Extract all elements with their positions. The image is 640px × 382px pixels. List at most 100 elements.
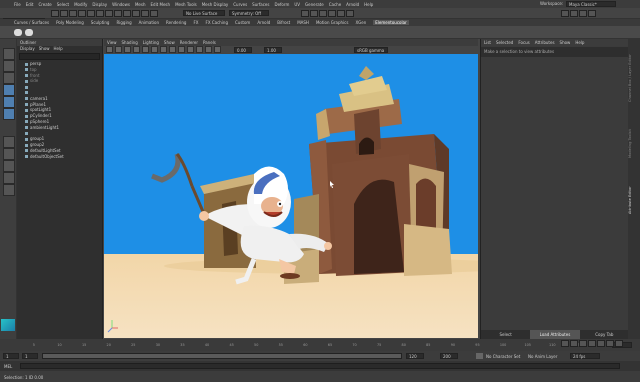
play-forwards-icon[interactable] (597, 340, 605, 347)
new-scene-icon[interactable] (51, 10, 59, 17)
snap-view-icon[interactable] (150, 10, 158, 17)
step-back-frame-icon[interactable] (579, 340, 587, 347)
shadows-icon[interactable] (196, 46, 203, 53)
menu-help[interactable]: Help (364, 2, 373, 7)
redo-icon[interactable] (87, 10, 95, 17)
shelf-tab-fx-caching[interactable]: FX Caching (206, 20, 228, 25)
open-scene-icon[interactable] (60, 10, 68, 17)
load-attributes-button[interactable]: Load Attributes (530, 330, 580, 339)
save-scene-icon[interactable] (69, 10, 77, 17)
persp-graph-layout-icon[interactable] (3, 184, 15, 196)
light-editor-icon[interactable] (346, 10, 354, 17)
live-surface-field[interactable]: No Live Surface (183, 10, 225, 16)
image-plane-icon[interactable] (124, 46, 131, 53)
attribute-menu-list[interactable]: List (484, 39, 491, 46)
attribute-menu-help[interactable]: Help (575, 39, 584, 46)
wireframe-icon[interactable] (160, 46, 167, 53)
resolution-gate-icon[interactable] (151, 46, 158, 53)
exposure-field[interactable]: 0.00 (234, 47, 252, 53)
outliner-menu-show[interactable]: Show (39, 46, 50, 52)
shelf-button-1-icon[interactable] (14, 29, 22, 36)
single-pane-layout-icon[interactable] (3, 136, 15, 148)
hypershade-icon[interactable] (328, 10, 336, 17)
select-tool-icon[interactable] (3, 48, 15, 60)
channel-box-toggle-icon[interactable] (588, 10, 596, 17)
select-object-icon[interactable] (105, 10, 113, 17)
rotate-tool-icon[interactable] (3, 96, 15, 108)
grid-icon[interactable] (133, 46, 140, 53)
menu-edit[interactable]: Edit (26, 2, 34, 7)
modeling-toolkit-toggle-icon[interactable] (561, 10, 569, 17)
shelf-tab-elementoucolar[interactable]: Elementoucolar (373, 20, 409, 25)
gamma-field[interactable]: 1.00 (264, 47, 282, 53)
move-tool-icon[interactable] (3, 84, 15, 96)
attribute-menu-focus[interactable]: Focus (518, 39, 529, 46)
bookmark-icon[interactable] (115, 46, 122, 53)
ipr-render-icon[interactable] (310, 10, 318, 17)
select-component-icon[interactable] (114, 10, 122, 17)
menu-generate[interactable]: Generate (305, 2, 324, 7)
menu-file[interactable]: File (14, 2, 21, 7)
persp-outliner-layout-icon[interactable] (3, 172, 15, 184)
play-backwards-icon[interactable] (588, 340, 596, 347)
xray-icon[interactable] (214, 46, 221, 53)
select-button[interactable]: Select (481, 330, 530, 339)
end-frame-field[interactable]: 200 (440, 353, 458, 359)
shelf-tab-rendering[interactable]: Rendering (166, 20, 186, 25)
attribute-menu-show[interactable]: Show (560, 39, 571, 46)
menu-create[interactable]: Create (38, 2, 51, 7)
go-to-end-icon[interactable] (615, 340, 623, 347)
attribute-editor-toggle-icon[interactable] (570, 10, 578, 17)
select-hierarchy-icon[interactable] (96, 10, 104, 17)
viewport-menu-panels[interactable]: Panels (203, 39, 216, 46)
go-to-start-icon[interactable] (561, 340, 569, 347)
film-gate-icon[interactable] (142, 46, 149, 53)
outliner-menu-help[interactable]: Help (54, 46, 63, 52)
textured-icon[interactable] (178, 46, 185, 53)
lights-icon[interactable] (187, 46, 194, 53)
menu-select[interactable]: Select (57, 2, 69, 7)
menu-uv[interactable]: UV (294, 2, 300, 7)
camera-attributes-icon[interactable] (106, 46, 113, 53)
shelf-tab-rigging[interactable]: Rigging (116, 20, 131, 25)
shelf-tab-arnold[interactable]: Arnold (257, 20, 270, 25)
shelf-tab-sculpting[interactable]: Sculpting (91, 20, 110, 25)
shelf-tab-bifrost[interactable]: Bifrost (277, 20, 290, 25)
viewport-menu-show[interactable]: Show (164, 39, 175, 46)
playback-end-field[interactable]: 120 (406, 353, 424, 359)
symmetry-dropdown[interactable]: Symmetry: Off (229, 10, 269, 16)
render-settings-icon[interactable] (319, 10, 327, 17)
copy-tab-button[interactable]: Copy Tab (580, 330, 629, 339)
workspace-selector[interactable]: Maya Classic* (566, 1, 616, 7)
render-view-icon[interactable] (337, 10, 345, 17)
menu-mesh-tools[interactable]: Mesh Tools (175, 2, 197, 7)
outliner-search-input[interactable] (19, 53, 100, 60)
viewport-menu-lighting[interactable]: Lighting (143, 39, 159, 46)
attribute-menu-attributes[interactable]: Attributes (535, 39, 555, 46)
isolate-select-icon[interactable] (205, 46, 212, 53)
shelf-button-2-icon[interactable] (25, 29, 33, 36)
side-by-side-layout-icon[interactable] (3, 160, 15, 172)
start-frame-field[interactable]: 1 (3, 353, 19, 359)
shelf-tab-xgen[interactable]: XGen (355, 20, 366, 25)
range-slider[interactable] (42, 353, 402, 359)
shelf-tab-animation[interactable]: Animation (139, 20, 159, 25)
paint-select-tool-icon[interactable] (3, 72, 15, 84)
side-tab-attribute-editor[interactable]: Attribute Editor (628, 175, 640, 225)
shelf-tab-mash[interactable]: MASH (297, 20, 309, 25)
menu-windows[interactable]: Windows (112, 2, 130, 7)
side-tab-modeling-toolkit[interactable]: Modeling Toolkit (628, 119, 640, 169)
snap-grid-icon[interactable] (123, 10, 131, 17)
menu-modify[interactable]: Modify (74, 2, 87, 7)
menu-arnold[interactable]: Arnold (346, 2, 359, 7)
undo-icon[interactable] (78, 10, 86, 17)
shelf-tab-motion-graphics[interactable]: Motion Graphics (316, 20, 349, 25)
viewport-menu-renderer[interactable]: Renderer (180, 39, 198, 46)
attribute-menu-selected[interactable]: Selected (496, 39, 513, 46)
scale-tool-icon[interactable] (3, 108, 15, 120)
shelf-tab-fx[interactable]: FX (193, 20, 198, 25)
outliner-item[interactable]: defaultObjectSet (17, 154, 102, 160)
smooth-shade-icon[interactable] (169, 46, 176, 53)
step-back-key-icon[interactable] (570, 340, 578, 347)
menu-surfaces[interactable]: Surfaces (252, 2, 269, 7)
